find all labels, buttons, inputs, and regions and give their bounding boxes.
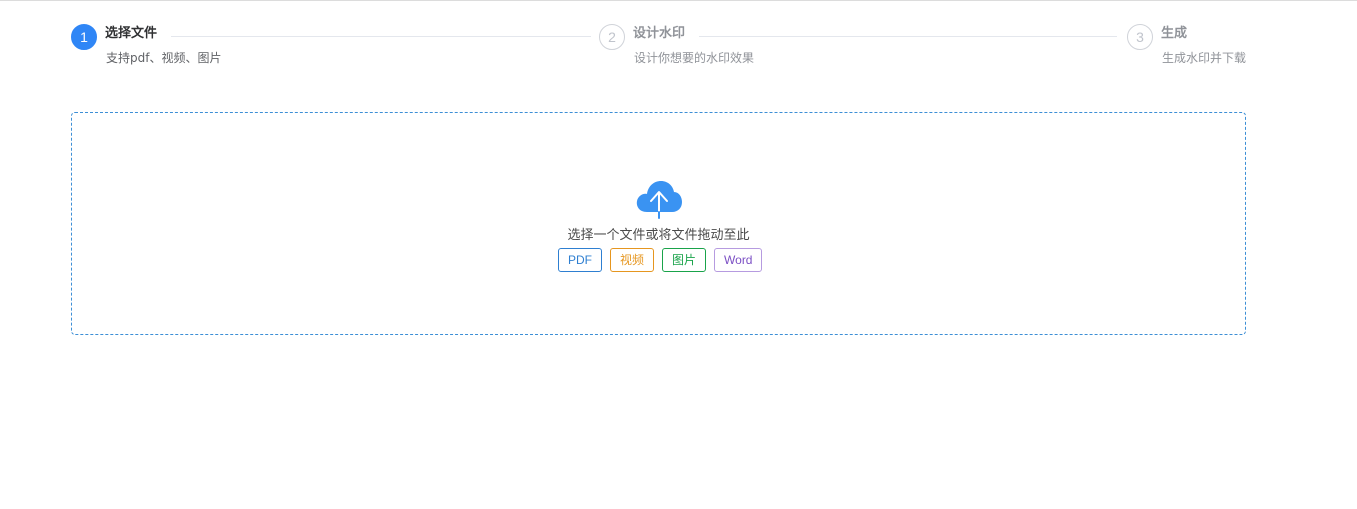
file-drop-zone[interactable]: 选择一个文件或将文件拖动至此 PDF 视频 图片 Word [71, 112, 1246, 335]
step-design-watermark: 2 设计水印 设计你想要的水印效果 [599, 23, 1119, 73]
step-number-icon: 2 [599, 24, 625, 50]
step-description: 生成水印并下载 [1162, 51, 1247, 65]
step-title: 选择文件 [105, 25, 166, 43]
step-connector-line [699, 36, 1117, 37]
cloud-upload-icon [636, 181, 682, 219]
step-number-icon: 1 [71, 24, 97, 50]
steps-bar: 1 选择文件 支持pdf、视频、图片 2 设计水印 设计你想要的水印效果 3 生… [71, 23, 1251, 73]
step-number-icon: 3 [1127, 24, 1153, 50]
file-type-tag-pdf: PDF [558, 248, 602, 272]
step-description: 支持pdf、视频、图片 [106, 51, 222, 65]
drop-zone-instruction: 选择一个文件或将文件拖动至此 [567, 228, 750, 243]
step-connector-line [171, 36, 591, 37]
file-type-tag-image: 图片 [662, 248, 707, 272]
step-description: 设计你想要的水印效果 [634, 51, 755, 65]
top-divider [0, 0, 1357, 3]
step-select-file: 1 选择文件 支持pdf、视频、图片 [71, 23, 591, 73]
file-type-tag-word: Word [714, 248, 763, 272]
file-type-tags: PDF 视频 图片 Word [558, 248, 770, 272]
step-title: 生成 [1161, 25, 1196, 43]
file-type-tag-video: 视频 [610, 248, 655, 272]
step-title: 设计水印 [633, 25, 694, 43]
step-generate: 3 生成 生成水印并下载 [1127, 23, 1251, 73]
